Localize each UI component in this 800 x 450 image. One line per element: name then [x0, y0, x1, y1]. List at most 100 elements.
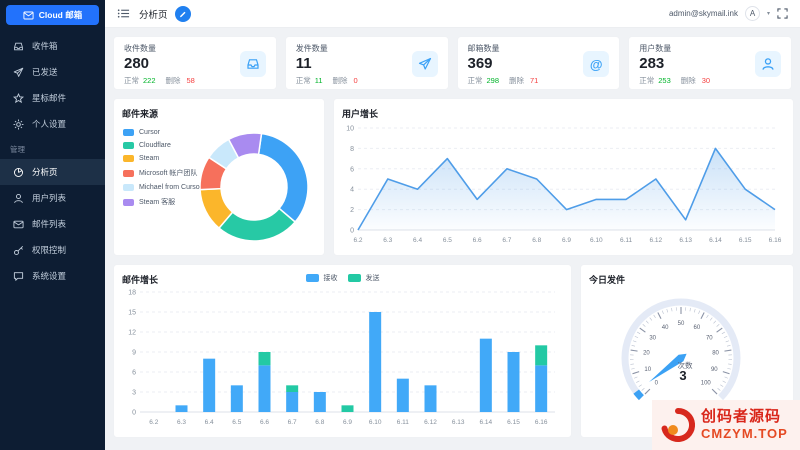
stat-deleted-label: 删除	[509, 75, 524, 86]
stat-normal-label: 正常	[296, 75, 311, 86]
svg-text:6.14: 6.14	[480, 419, 493, 426]
chevron-down-icon[interactable]: ▾	[767, 10, 770, 17]
sidebar-item-label: 个人设置	[32, 118, 66, 130]
chart-title: 今日发件	[581, 265, 793, 286]
header-right: admin@skymail.ink A ▾	[669, 6, 788, 21]
sidebar-item-permissions[interactable]: 权限控制	[0, 237, 105, 263]
sidebar: Cloud 邮箱 收件箱 已发送 星标邮件	[0, 0, 105, 450]
sidebar-item-label: 已发送	[32, 66, 58, 78]
collapse-menu-icon[interactable]	[117, 7, 130, 20]
svg-text:8: 8	[350, 146, 354, 153]
stat-normal-value: 253	[658, 76, 671, 85]
sidebar-item-sent[interactable]: 已发送	[0, 59, 105, 85]
brand-button[interactable]: Cloud 邮箱	[6, 5, 99, 25]
sidebar-item-inbox[interactable]: 收件箱	[0, 33, 105, 59]
svg-text:0: 0	[655, 381, 659, 387]
page-title: 分析页	[139, 7, 168, 21]
svg-text:40: 40	[662, 325, 669, 331]
send-icon	[13, 67, 24, 78]
svg-text:6.3: 6.3	[383, 237, 392, 244]
pencil-icon	[179, 10, 187, 18]
svg-text:6.7: 6.7	[502, 237, 511, 244]
sidebar-item-system-settings[interactable]: 系统设置	[0, 263, 105, 289]
svg-text:3: 3	[679, 368, 686, 383]
svg-text:6.14: 6.14	[709, 237, 722, 244]
svg-text:10: 10	[644, 367, 651, 373]
legend-item[interactable]: Steam 客服	[123, 197, 202, 207]
svg-text:6.6: 6.6	[260, 419, 269, 426]
svg-text:0: 0	[350, 228, 354, 235]
svg-text:6.2: 6.2	[353, 237, 362, 244]
svg-text:6.7: 6.7	[288, 419, 297, 426]
legend-label: Microsoft 帐户团队	[139, 168, 197, 178]
legend-label: 接收	[324, 273, 338, 283]
stat-normal-value: 11	[315, 76, 323, 85]
svg-text:12: 12	[128, 330, 136, 337]
legend-item[interactable]: Microsoft 帐户团队	[123, 168, 202, 178]
legend-item[interactable]: Steam	[123, 155, 202, 162]
legend-label: Steam 客服	[139, 197, 175, 207]
svg-text:6.13: 6.13	[452, 419, 465, 426]
svg-text:60: 60	[694, 325, 701, 331]
send-icon	[412, 51, 438, 77]
legend-chip	[123, 184, 134, 191]
user-growth-chart: 02468106.26.36.46.56.66.76.86.96.106.116…	[342, 120, 785, 246]
stat-normal-label: 正常	[124, 75, 139, 86]
edit-page-button[interactable]	[175, 6, 191, 22]
main-content: 收件数量 280 正常 222 删除 58 发件数量 11 正常 11 删除 0	[105, 28, 800, 450]
at-icon: @	[583, 51, 609, 77]
legend-item[interactable]: Michael from Cursor	[123, 184, 202, 191]
legend-chip	[123, 170, 134, 177]
envelope-icon	[23, 10, 34, 21]
stat-deleted-value: 30	[702, 76, 710, 85]
sidebar-item-label: 系统设置	[32, 270, 66, 282]
mail-growth-card: 邮件增长 接收 发送 03691215186.26.36.46.56.66.76…	[113, 264, 572, 438]
sidebar-item-user-list[interactable]: 用户列表	[0, 185, 105, 211]
sidebar-item-starred[interactable]: 星标邮件	[0, 85, 105, 111]
avatar[interactable]: A	[745, 6, 760, 21]
svg-text:6.8: 6.8	[532, 237, 541, 244]
inbox-icon	[240, 51, 266, 77]
svg-text:6.11: 6.11	[620, 237, 633, 244]
fullscreen-icon[interactable]	[777, 8, 788, 19]
watermark-url: CMZYM.TOP	[701, 426, 788, 441]
sidebar-item-analytics[interactable]: 分析页	[0, 159, 105, 185]
svg-text:100: 100	[701, 381, 712, 387]
stat-normal-label: 正常	[639, 75, 654, 86]
svg-text:10: 10	[346, 126, 354, 133]
legend-label: 发送	[366, 273, 380, 283]
legend-label: Michael from Cursor	[139, 184, 202, 191]
user-email[interactable]: admin@skymail.ink	[669, 9, 738, 18]
mail-growth-chart: 03691215186.26.36.46.56.66.76.86.96.106.…	[122, 286, 563, 428]
watermark-text: 创码者源码	[701, 409, 788, 426]
sidebar-item-personal-settings[interactable]: 个人设置	[0, 111, 105, 137]
legend-chip	[348, 274, 361, 282]
svg-text:6: 6	[132, 370, 136, 377]
bar-legend: 接收 发送	[306, 273, 380, 283]
svg-text:6.15: 6.15	[739, 237, 752, 244]
legend-label: Cloudflare	[139, 142, 171, 149]
sidebar-item-mail-list[interactable]: 邮件列表	[0, 211, 105, 237]
sidebar-item-label: 邮件列表	[32, 218, 66, 230]
legend-item[interactable]: 发送	[348, 273, 380, 283]
donut-legend: Cursor Cloudflare Steam Microsoft 帐户团队 M…	[123, 129, 202, 213]
legend-label: Cursor	[139, 129, 160, 136]
svg-text:6.16: 6.16	[769, 237, 782, 244]
svg-text:0: 0	[132, 410, 136, 417]
chart-title: 用户增长	[342, 99, 785, 120]
legend-item[interactable]: Cursor	[123, 129, 202, 136]
stat-cards-row: 收件数量 280 正常 222 删除 58 发件数量 11 正常 11 删除 0	[113, 36, 792, 90]
sidebar-admin-menu: 分析页 用户列表 邮件列表 权限控制	[0, 159, 105, 289]
stat-deleted-value: 0	[354, 76, 358, 85]
svg-text:20: 20	[643, 351, 650, 357]
legend-item[interactable]: 接收	[306, 273, 338, 283]
chart-title: 邮件来源	[114, 99, 324, 120]
stat-deleted-label: 删除	[681, 75, 696, 86]
star-icon	[13, 93, 24, 104]
svg-text:6.8: 6.8	[315, 419, 324, 426]
svg-text:6.12: 6.12	[424, 419, 437, 426]
stat-card-sent: 发件数量 11 正常 11 删除 0	[285, 36, 449, 90]
svg-text:30: 30	[649, 335, 656, 341]
legend-item[interactable]: Cloudflare	[123, 142, 202, 149]
watermark-badge[interactable]: 创码者源码 CMZYM.TOP	[652, 400, 800, 450]
